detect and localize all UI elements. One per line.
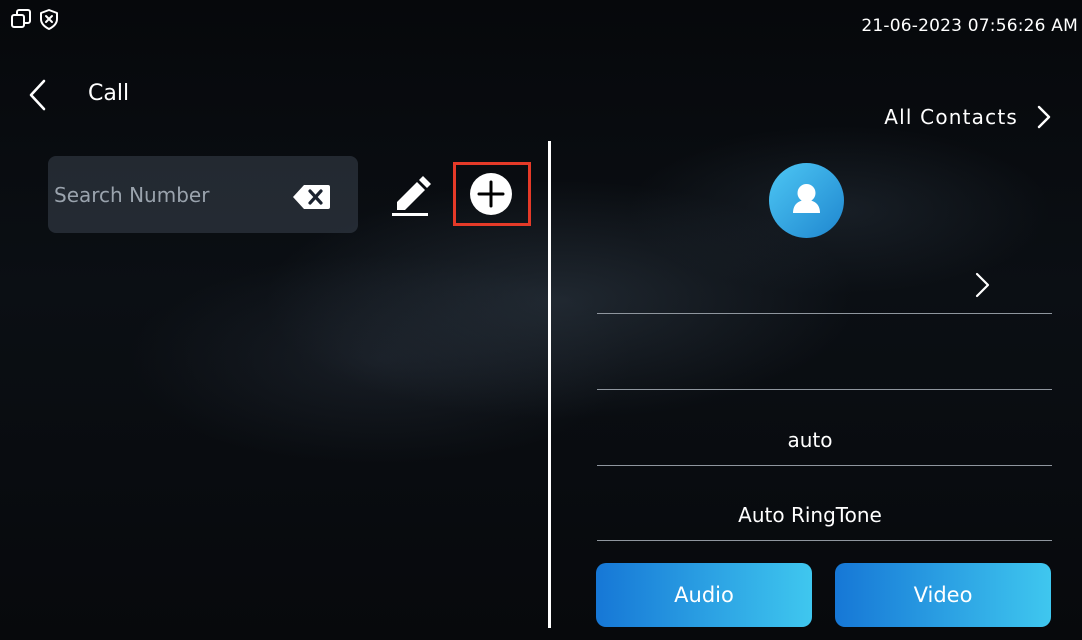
edit-pencil-icon[interactable]: [388, 170, 432, 218]
call-screen: 21-06-2023 07:56:26 AM Call All Contacts: [0, 0, 1082, 640]
avatar: [769, 163, 844, 238]
search-input[interactable]: [52, 176, 286, 214]
row-divider: [597, 313, 1052, 314]
window-restore-icon: [11, 9, 31, 28]
shield-x-icon: [40, 9, 58, 30]
video-call-button[interactable]: Video: [835, 563, 1051, 627]
ring-mode-value[interactable]: auto: [597, 428, 1023, 452]
all-contacts-link[interactable]: All Contacts: [884, 104, 1052, 130]
status-datetime: 21-06-2023 07:56:26 AM: [861, 16, 1078, 36]
person-icon: [793, 184, 820, 213]
contact-row-chevron-icon[interactable]: [972, 270, 994, 300]
audio-call-button[interactable]: Audio: [596, 563, 812, 627]
page-title: Call: [88, 81, 130, 106]
row-divider: [597, 389, 1052, 390]
add-circle-icon[interactable]: [463, 169, 519, 219]
row-divider: [597, 540, 1052, 541]
ringtone-value[interactable]: Auto RingTone: [597, 503, 1023, 527]
panel-divider: [548, 141, 551, 628]
all-contacts-label: All Contacts: [884, 105, 1018, 129]
search-box: [48, 156, 358, 233]
chevron-right-icon: [1037, 105, 1051, 129]
status-bar: 21-06-2023 07:56:26 AM: [0, 0, 1082, 40]
row-divider: [597, 465, 1052, 466]
clear-backspace-icon[interactable]: [292, 183, 332, 211]
back-button[interactable]: [24, 78, 54, 112]
